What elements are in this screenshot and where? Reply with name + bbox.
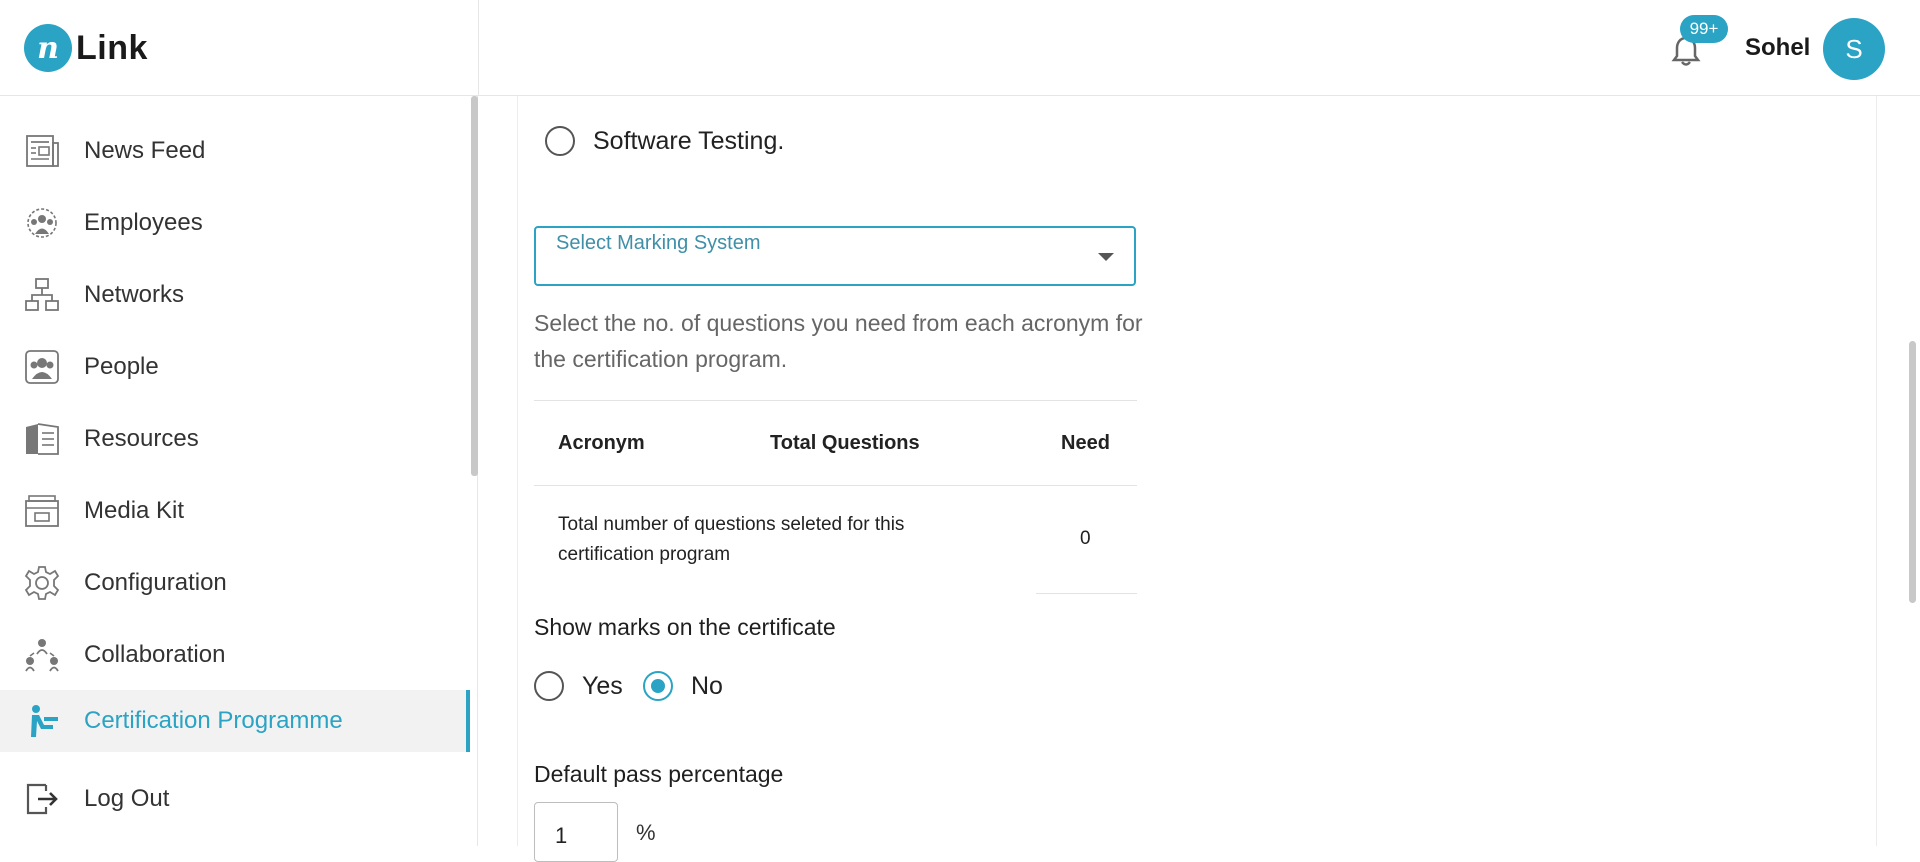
sidebar-item-label: Media Kit xyxy=(84,497,185,524)
logo-mark: n xyxy=(24,24,72,72)
sidebar-item-configuration[interactable]: Configuration xyxy=(0,552,470,614)
show-marks-label: Show marks on the certificate xyxy=(534,614,836,640)
media-kit-icon xyxy=(25,495,59,527)
table-divider xyxy=(534,400,1137,401)
sidebar-item-label: People xyxy=(84,353,159,380)
main-content xyxy=(517,96,1877,846)
option-software-testing[interactable]: Software Testing. xyxy=(545,126,784,156)
network-icon xyxy=(25,278,59,311)
radio-yes[interactable] xyxy=(534,671,564,701)
logout-icon xyxy=(26,783,58,815)
sidebar-item-people[interactable]: People xyxy=(0,336,470,398)
app-logo[interactable]: n Link xyxy=(24,24,148,72)
collaboration-icon xyxy=(25,639,59,672)
avatar[interactable]: S xyxy=(1823,18,1885,80)
help-text: Select the no. of questions you need fro… xyxy=(534,310,1143,372)
logo-text: Link xyxy=(76,28,148,67)
sidebar-item-label: Networks xyxy=(84,281,185,308)
gear-icon xyxy=(24,566,60,600)
sidebar-item-label: Resources xyxy=(84,425,199,452)
top-header: n Link 99+ Sohel S xyxy=(0,0,1920,96)
radio-no[interactable] xyxy=(643,671,673,701)
header-divider xyxy=(478,0,479,96)
table-divider xyxy=(534,485,1137,486)
sidebar: News Feed Employees Networks People Reso… xyxy=(0,96,478,846)
sidebar-item-label: Collaboration xyxy=(84,641,226,668)
select-placeholder: Select Marking System xyxy=(556,232,761,254)
sidebar-scrollbar[interactable] xyxy=(471,96,478,846)
sidebar-item-label: Log Out xyxy=(84,785,170,812)
sidebar-item-networks[interactable]: Networks xyxy=(0,264,470,326)
sidebar-item-collaboration[interactable]: Collaboration xyxy=(0,624,470,686)
page-scrollbar-thumb[interactable] xyxy=(1909,341,1916,603)
option-label: No xyxy=(691,671,723,700)
sidebar-scrollbar-thumb[interactable] xyxy=(471,96,478,476)
employees-icon xyxy=(27,208,57,238)
percent-unit: % xyxy=(636,820,656,845)
people-icon xyxy=(25,350,59,384)
chevron-down-icon xyxy=(1098,253,1114,261)
sidebar-item-media-kit[interactable]: Media Kit xyxy=(0,480,470,542)
sidebar-item-log-out[interactable]: Log Out xyxy=(0,768,470,830)
sidebar-item-resources[interactable]: Resources xyxy=(0,408,470,470)
pass-percentage-input[interactable]: 1 xyxy=(534,802,618,862)
newspaper-icon xyxy=(26,135,59,167)
option-show-marks-yes[interactable]: Yes xyxy=(534,671,623,701)
column-header-acronym: Acronym xyxy=(558,432,645,454)
sidebar-item-certification-programme[interactable]: Certification Programme xyxy=(0,690,470,752)
book-icon xyxy=(26,423,59,455)
total-questions-value: 0 xyxy=(1080,528,1091,549)
user-name[interactable]: Sohel xyxy=(1745,34,1810,62)
sidebar-item-label: Employees xyxy=(84,209,203,236)
notification-badge[interactable]: 99+ xyxy=(1680,15,1728,43)
sidebar-item-label: Configuration xyxy=(84,569,227,596)
sidebar-item-label: Certification Programme xyxy=(84,707,343,734)
pass-percentage-label: Default pass percentage xyxy=(534,761,784,787)
option-show-marks-no[interactable]: No xyxy=(643,671,723,701)
certification-icon xyxy=(31,705,58,737)
sidebar-item-news-feed[interactable]: News Feed xyxy=(0,120,470,182)
sidebar-item-employees[interactable]: Employees xyxy=(0,192,470,254)
radio-software-testing[interactable] xyxy=(545,126,575,156)
column-header-need: Need xyxy=(1061,432,1110,454)
column-header-total-questions: Total Questions xyxy=(770,432,920,454)
page-scrollbar[interactable] xyxy=(1905,96,1920,846)
sidebar-item-label: News Feed xyxy=(84,137,206,164)
option-label: Software Testing. xyxy=(593,126,785,155)
total-questions-label: Total number of questions seleted for th… xyxy=(558,514,905,565)
option-label: Yes xyxy=(582,671,623,700)
marking-system-select[interactable]: Select Marking System xyxy=(534,226,1136,286)
table-divider xyxy=(1036,593,1137,594)
